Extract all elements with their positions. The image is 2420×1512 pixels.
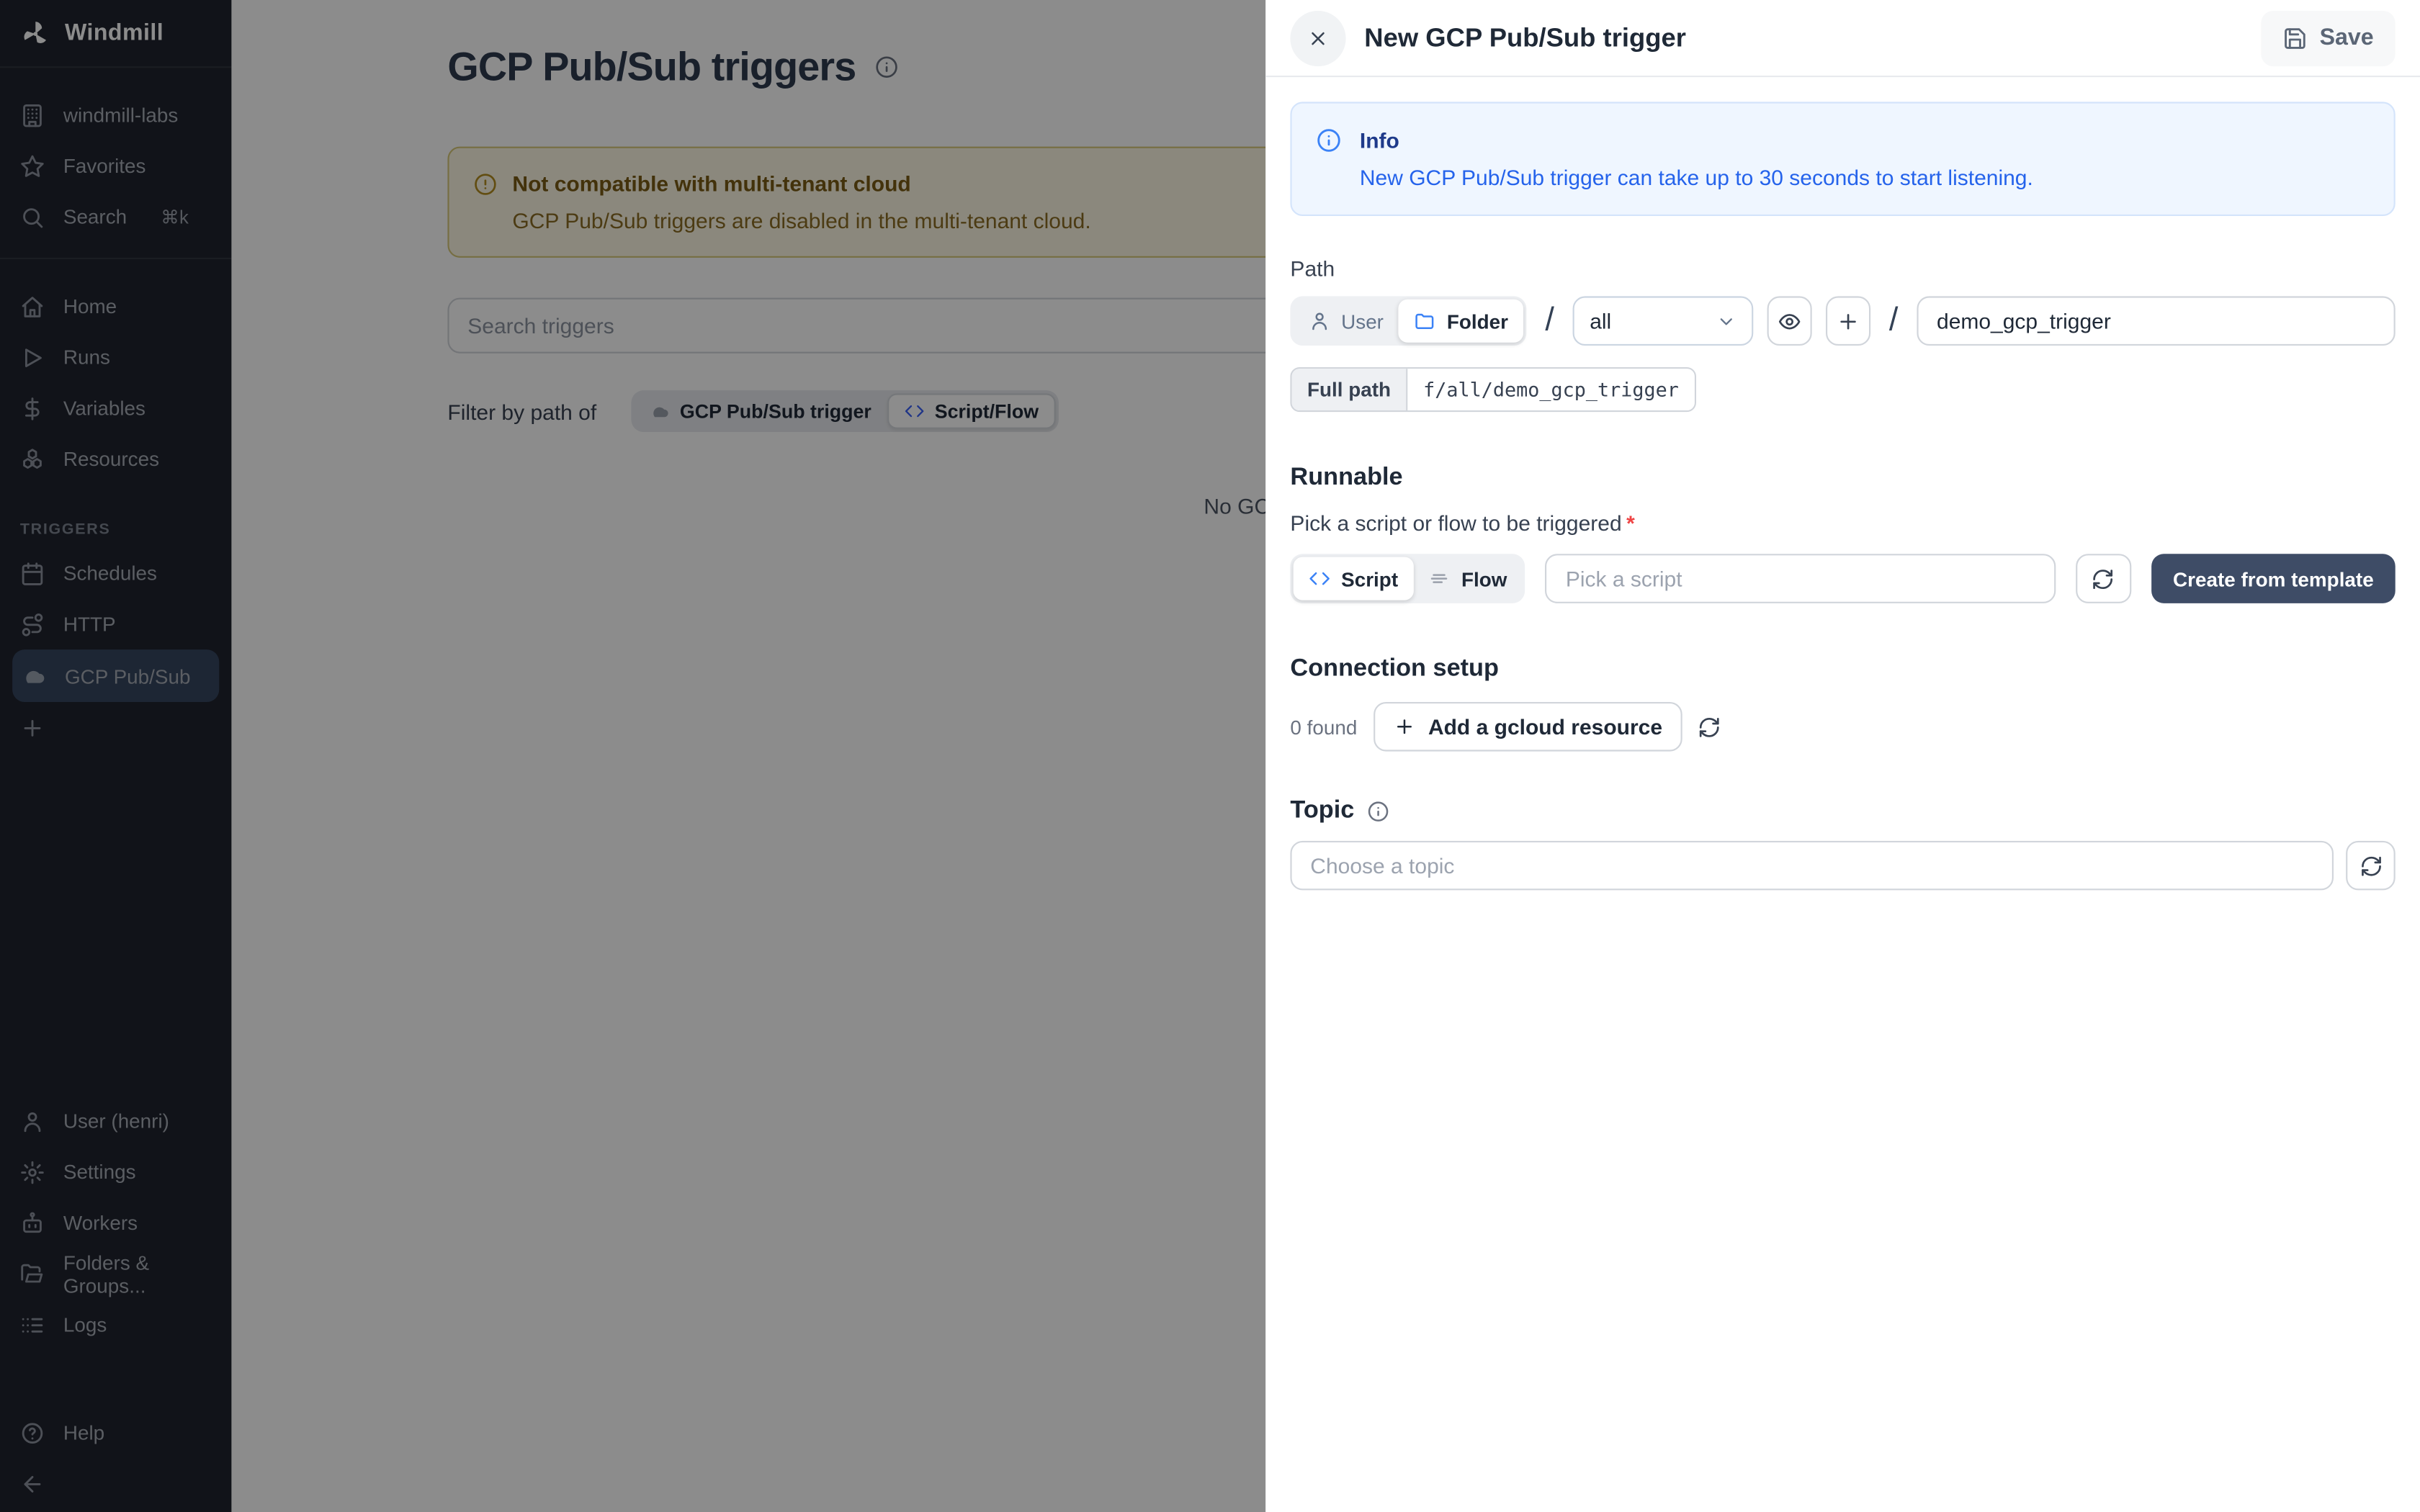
refresh-topics-button[interactable] bbox=[2346, 841, 2396, 891]
owner-folder-label: Folder bbox=[1447, 310, 1508, 333]
info-title: Info bbox=[1360, 128, 1399, 153]
connection-row: 0 found Add a gcloud resource bbox=[1290, 702, 2395, 752]
view-folder-button[interactable] bbox=[1767, 296, 1812, 346]
create-from-template-button[interactable]: Create from template bbox=[2151, 554, 2396, 603]
connection-title: Connection setup bbox=[1290, 656, 2395, 684]
runnable-title: Runnable bbox=[1290, 464, 2395, 492]
plus-icon bbox=[1837, 310, 1860, 333]
flow-bars-icon bbox=[1429, 568, 1451, 590]
kind-script-label: Script bbox=[1341, 567, 1398, 590]
kind-flow-option[interactable]: Flow bbox=[1414, 557, 1523, 600]
pick-script-input[interactable] bbox=[1546, 554, 2056, 603]
eye-icon bbox=[1778, 310, 1801, 333]
user-icon bbox=[1309, 310, 1330, 332]
path-row: User Folder / all / bbox=[1290, 296, 2395, 346]
close-icon bbox=[1307, 27, 1329, 49]
full-path-label: Full path bbox=[1292, 369, 1407, 410]
path-label: Path bbox=[1290, 256, 2395, 281]
required-mark: * bbox=[1626, 510, 1635, 535]
folder-select-value: all bbox=[1590, 309, 1611, 333]
windmill-app: Windmill windmill-labs Favorites Search … bbox=[0, 0, 2420, 1512]
save-button[interactable]: Save bbox=[2261, 10, 2396, 66]
full-path-badge: Full path f/all/demo_gcp_trigger bbox=[1290, 367, 1695, 412]
drawer-body: Info New GCP Pub/Sub trigger can take up… bbox=[1265, 102, 2420, 890]
full-path-value: f/all/demo_gcp_trigger bbox=[1407, 369, 1695, 410]
path-separator: / bbox=[1545, 302, 1554, 339]
owner-kind-toggle: User Folder bbox=[1290, 296, 1526, 346]
add-gcloud-resource-label: Add a gcloud resource bbox=[1428, 714, 1662, 739]
folder-icon bbox=[1415, 310, 1436, 332]
chevron-down-icon bbox=[1716, 311, 1736, 331]
resources-found-count: 0 found bbox=[1290, 715, 1357, 738]
plus-icon bbox=[1394, 716, 1416, 737]
owner-user-option[interactable]: User bbox=[1294, 300, 1399, 343]
code-icon bbox=[1309, 568, 1330, 590]
save-label: Save bbox=[2320, 24, 2374, 50]
info-circle-icon bbox=[1317, 128, 1341, 153]
topic-row bbox=[1290, 841, 2395, 891]
new-trigger-drawer: New GCP Pub/Sub trigger Save Info New GC… bbox=[1265, 0, 2420, 1512]
owner-folder-option[interactable]: Folder bbox=[1399, 300, 1523, 343]
kind-script-option[interactable]: Script bbox=[1294, 557, 1414, 600]
path-separator: / bbox=[1889, 302, 1899, 339]
add-gcloud-resource-button[interactable]: Add a gcloud resource bbox=[1374, 702, 1682, 752]
refresh-resources-button[interactable] bbox=[1698, 715, 1721, 738]
runnable-hint-text: Pick a script or flow to be triggered bbox=[1290, 510, 1621, 535]
trigger-name-input[interactable] bbox=[1917, 296, 2396, 346]
topic-title: Topic bbox=[1290, 798, 1354, 826]
refresh-script-button[interactable] bbox=[2076, 554, 2131, 603]
runnable-kind-toggle: Script Flow bbox=[1290, 554, 1525, 603]
drawer-title: New GCP Pub/Sub trigger bbox=[1364, 22, 1686, 53]
info-body: New GCP Pub/Sub trigger can take up to 3… bbox=[1360, 165, 2369, 189]
owner-user-label: User bbox=[1341, 310, 1384, 333]
refresh-icon bbox=[1698, 715, 1721, 738]
save-icon bbox=[2282, 25, 2307, 50]
close-button[interactable] bbox=[1290, 10, 1345, 66]
runnable-row: Script Flow Create from template bbox=[1290, 554, 2395, 603]
kind-flow-label: Flow bbox=[1461, 567, 1507, 590]
refresh-icon bbox=[2359, 854, 2382, 877]
refresh-icon bbox=[2092, 567, 2115, 590]
drawer-header: New GCP Pub/Sub trigger Save bbox=[1265, 0, 2420, 77]
choose-topic-input[interactable] bbox=[1290, 841, 2334, 891]
runnable-hint: Pick a script or flow to be triggered* bbox=[1290, 510, 2395, 535]
folder-select[interactable]: all bbox=[1573, 296, 1754, 346]
topic-header: Topic bbox=[1290, 798, 2395, 826]
info-banner: Info New GCP Pub/Sub trigger can take up… bbox=[1290, 102, 2395, 216]
add-folder-button[interactable] bbox=[1826, 296, 1870, 346]
info-circle-icon[interactable] bbox=[1368, 801, 1390, 822]
